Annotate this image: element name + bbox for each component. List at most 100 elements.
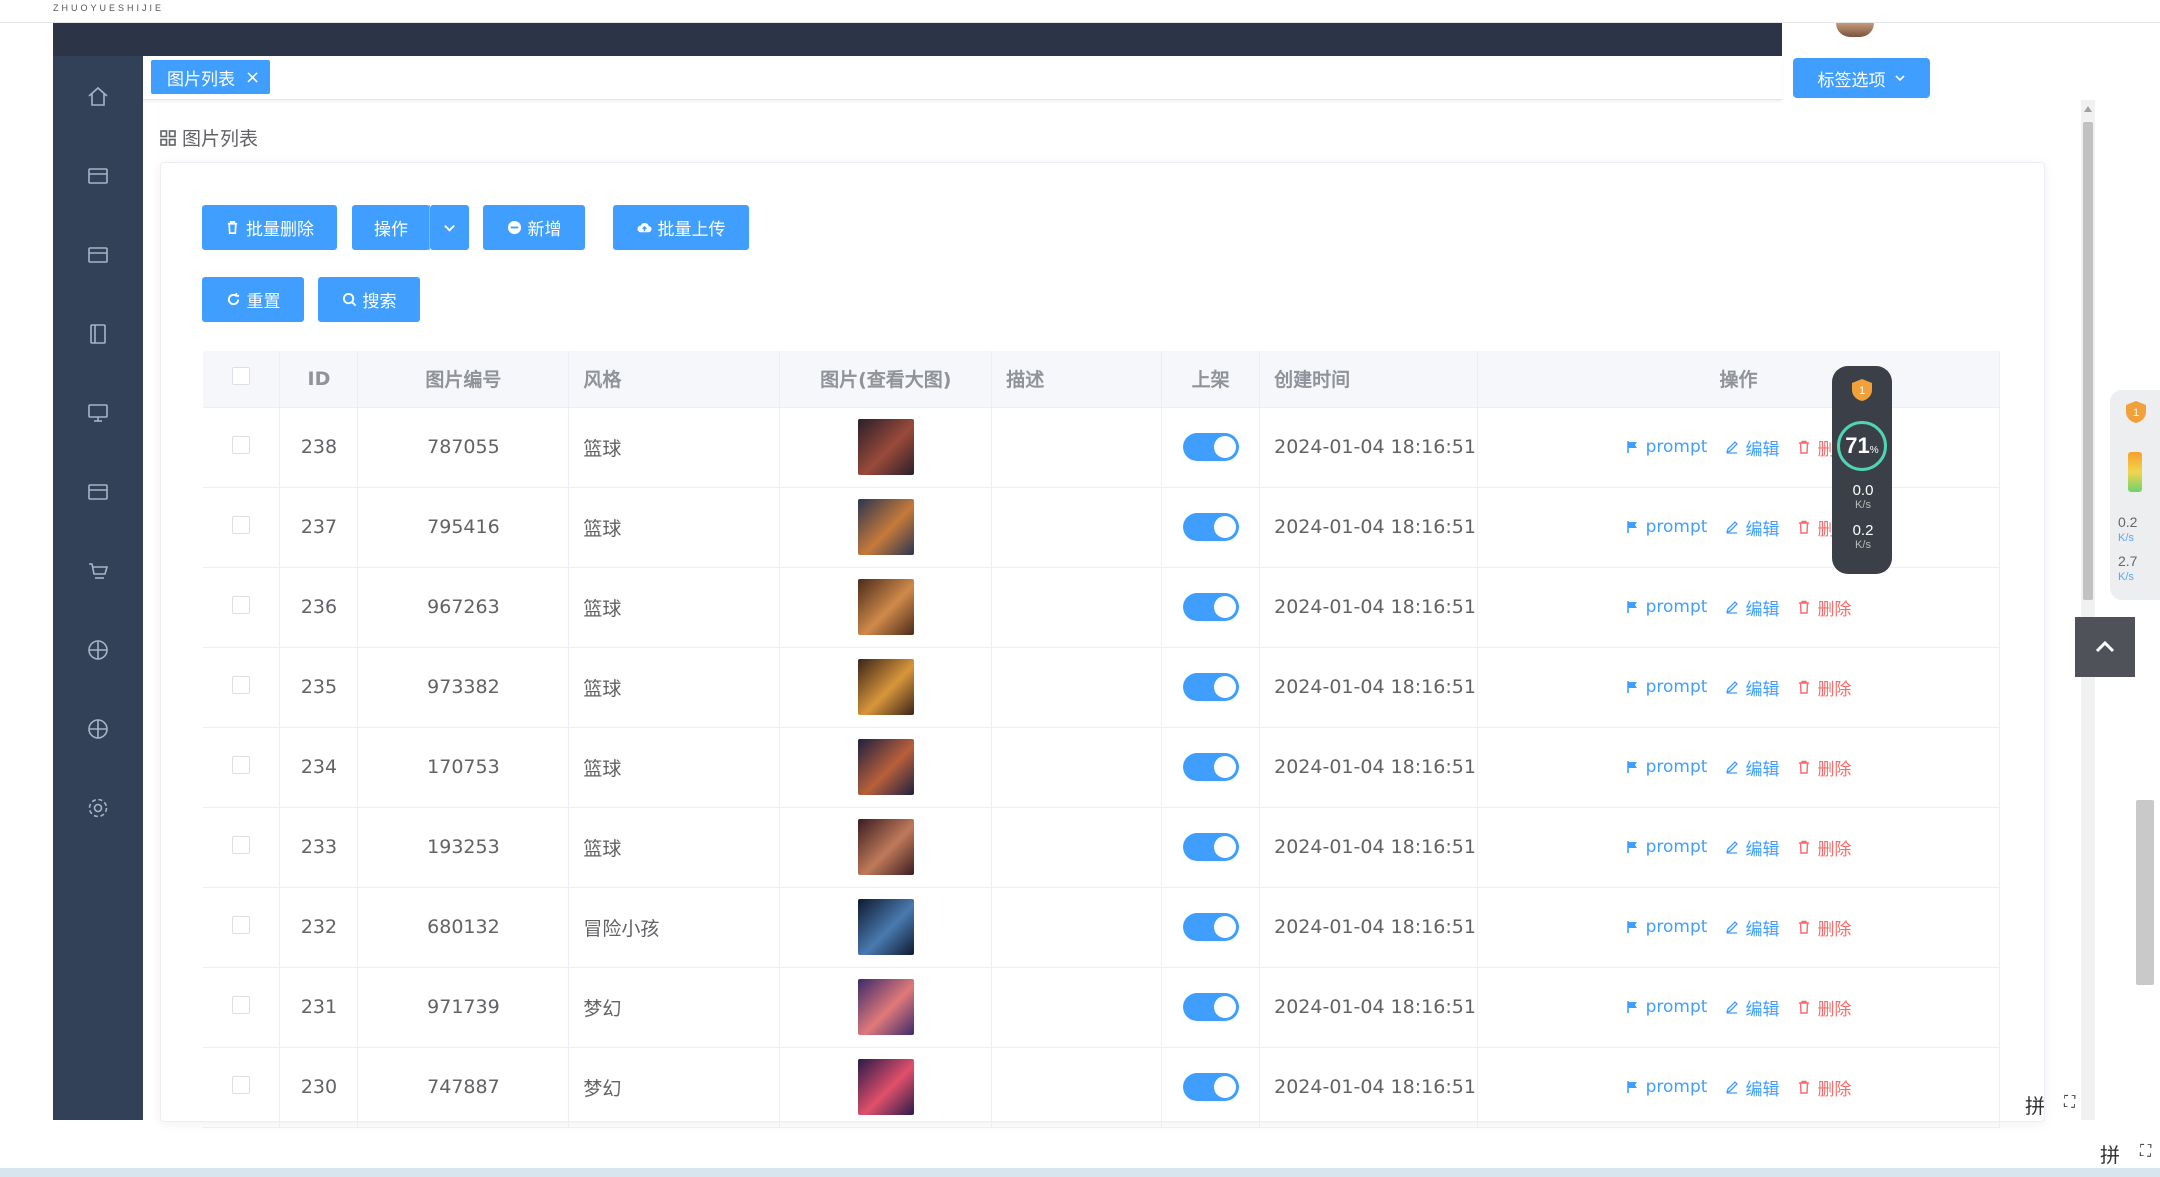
back-to-top-button[interactable] xyxy=(2075,617,2135,677)
listed-switch[interactable] xyxy=(1182,1073,1239,1101)
row-checkbox[interactable] xyxy=(232,835,251,854)
col-created[interactable]: 创建时间 xyxy=(1259,351,1479,408)
refresh-icon xyxy=(227,292,239,306)
delete-link[interactable]: 删除 xyxy=(1797,595,1851,620)
close-icon[interactable]: × xyxy=(245,67,260,88)
row-checkbox[interactable] xyxy=(232,915,251,934)
row-checkbox[interactable] xyxy=(232,595,251,614)
edit-link[interactable]: 编辑 xyxy=(1725,1075,1779,1100)
row-checkbox[interactable] xyxy=(232,755,251,774)
listed-switch[interactable] xyxy=(1182,913,1239,941)
edit-link[interactable]: 编辑 xyxy=(1725,515,1779,540)
image-thumbnail[interactable] xyxy=(857,739,914,795)
gear-icon[interactable] xyxy=(83,793,113,823)
prompt-link[interactable]: prompt xyxy=(1626,435,1707,460)
image-thumbnail[interactable] xyxy=(857,979,914,1035)
cell-desc xyxy=(991,807,1163,888)
col-id[interactable]: ID xyxy=(279,351,359,408)
card-icon[interactable] xyxy=(83,477,113,507)
scrollbar-thumb[interactable] xyxy=(2083,122,2093,600)
batch-delete-button[interactable]: 批量删除 xyxy=(202,205,337,250)
monitor-icon[interactable] xyxy=(83,398,113,428)
prompt-link[interactable]: prompt xyxy=(1626,915,1707,940)
image-thumbnail[interactable] xyxy=(857,499,914,555)
action-button[interactable]: 操作 xyxy=(352,205,430,250)
listed-switch[interactable] xyxy=(1182,993,1239,1021)
side-network-panel[interactable]: 1 0.2 K/s 2.7 K/s xyxy=(2110,390,2160,600)
card-icon[interactable] xyxy=(83,161,113,191)
image-thumbnail[interactable] xyxy=(857,899,914,955)
image-thumbnail[interactable] xyxy=(857,1059,914,1115)
cell-code: 971739 xyxy=(357,967,570,1048)
edit-link[interactable]: 编辑 xyxy=(1725,755,1779,780)
listed-switch[interactable] xyxy=(1182,513,1239,541)
delete-link[interactable]: 删除 xyxy=(1797,755,1851,780)
row-checkbox[interactable] xyxy=(232,995,251,1014)
batch-upload-button[interactable]: 批量上传 xyxy=(613,205,749,250)
edit-link[interactable]: 编辑 xyxy=(1725,995,1779,1020)
delete-link[interactable]: 删除 xyxy=(1797,1075,1851,1100)
scroll-up-arrow[interactable] xyxy=(2084,106,2092,112)
target-icon[interactable] xyxy=(83,714,113,744)
page-scrollbar[interactable] xyxy=(2081,100,2095,1120)
select-all-checkbox[interactable] xyxy=(232,367,251,386)
col-code[interactable]: 图片编号 xyxy=(357,351,570,408)
delete-link[interactable]: 删除 xyxy=(1797,915,1851,940)
book-icon[interactable] xyxy=(83,319,113,349)
image-thumbnail[interactable] xyxy=(857,819,914,875)
edit-link[interactable]: 编辑 xyxy=(1725,595,1779,620)
delete-label: 删除 xyxy=(1817,839,1852,860)
edit-link[interactable]: 编辑 xyxy=(1725,435,1779,460)
row-checkbox[interactable] xyxy=(232,675,251,694)
delete-link[interactable]: 删除 xyxy=(1797,995,1851,1020)
row-checkbox[interactable] xyxy=(232,435,251,454)
card-icon[interactable] xyxy=(83,240,113,270)
col-style[interactable]: 风格 xyxy=(568,351,781,408)
cell-code: 795416 xyxy=(357,487,570,568)
home-icon[interactable] xyxy=(83,82,113,112)
listed-switch[interactable] xyxy=(1182,593,1239,621)
prompt-link[interactable]: prompt xyxy=(1626,1075,1707,1100)
cell-created: 2024-01-04 18:16:51 xyxy=(1259,567,1479,648)
image-thumbnail[interactable] xyxy=(857,659,914,715)
prompt-link[interactable]: prompt xyxy=(1626,595,1707,620)
edit-link[interactable]: 编辑 xyxy=(1725,915,1779,940)
prompt-link[interactable]: prompt xyxy=(1626,995,1707,1020)
tab-image-list[interactable]: 图片列表 × xyxy=(151,60,271,94)
fullscreen-icon[interactable]: ⛶ xyxy=(2064,1092,2075,1112)
col-desc[interactable]: 描述 xyxy=(991,351,1163,408)
reset-button[interactable]: 重置 xyxy=(202,277,304,322)
cell-code: 973382 xyxy=(357,647,570,728)
prompt-link[interactable]: prompt xyxy=(1626,755,1707,780)
delete-link[interactable]: 删除 xyxy=(1797,835,1851,860)
listed-switch[interactable] xyxy=(1182,433,1239,461)
add-button[interactable]: 新增 xyxy=(483,205,585,250)
action-dropdown-button[interactable] xyxy=(430,205,469,250)
delete-link[interactable]: 删除 xyxy=(1797,675,1851,700)
cell-id: 237 xyxy=(279,487,359,568)
prompt-link[interactable]: prompt xyxy=(1626,835,1707,860)
browser-scrollbar-thumb[interactable] xyxy=(2136,800,2154,985)
row-checkbox[interactable] xyxy=(232,1075,251,1094)
image-thumbnail[interactable] xyxy=(857,579,914,635)
listed-switch[interactable] xyxy=(1182,673,1239,701)
image-thumbnail[interactable] xyxy=(857,419,914,475)
ime-indicator-outer[interactable]: 拼 xyxy=(2100,1139,2120,1168)
col-listed[interactable]: 上架 xyxy=(1161,351,1261,408)
ime-indicator[interactable]: 拼 xyxy=(2025,1090,2045,1119)
search-button[interactable]: 搜索 xyxy=(318,277,420,322)
prompt-link[interactable]: prompt xyxy=(1626,515,1707,540)
listed-switch[interactable] xyxy=(1182,833,1239,861)
edit-link[interactable]: 编辑 xyxy=(1725,835,1779,860)
col-image[interactable]: 图片(查看大图) xyxy=(779,351,993,408)
avatar[interactable] xyxy=(1836,23,1874,37)
row-checkbox[interactable] xyxy=(232,515,251,534)
cart-icon[interactable] xyxy=(83,556,113,586)
fullscreen-icon[interactable]: ⛶ xyxy=(2140,1141,2151,1161)
target-icon[interactable] xyxy=(83,635,113,665)
prompt-link[interactable]: prompt xyxy=(1626,675,1707,700)
listed-switch[interactable] xyxy=(1182,753,1239,781)
tag-options-button[interactable]: 标签选项 xyxy=(1793,58,1930,98)
edit-link[interactable]: 编辑 xyxy=(1725,675,1779,700)
network-meter-widget[interactable]: 1 71% 0.0 K/s 0.2 K/s xyxy=(1832,366,1892,574)
